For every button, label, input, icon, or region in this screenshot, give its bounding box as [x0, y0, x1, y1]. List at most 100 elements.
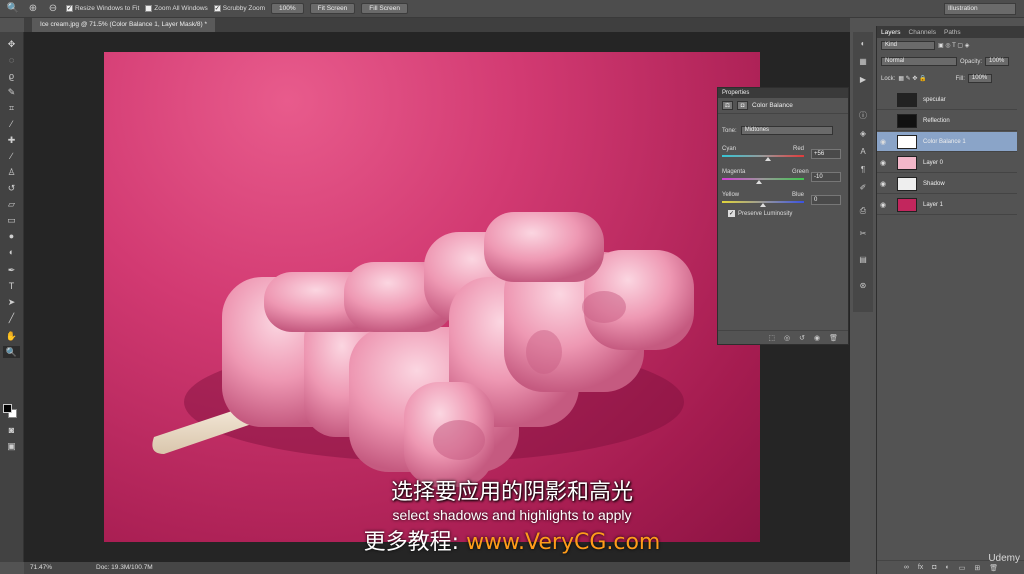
doc-size-readout: Doc: 19.3M/100.7M: [96, 564, 153, 571]
view-previous-icon[interactable]: ◎: [784, 334, 790, 342]
zoom-tool-icon[interactable]: 🔍: [6, 2, 20, 16]
color-slider[interactable]: Magenta Green -10: [722, 169, 850, 191]
delete-layer-icon[interactable]: 🗑: [989, 564, 998, 572]
color-slider[interactable]: Cyan Red +56: [722, 146, 850, 168]
tab-layers[interactable]: Layers: [881, 29, 901, 36]
gradient-tool-icon[interactable]: ▭: [3, 214, 20, 226]
visibility-icon[interactable]: ◉: [814, 334, 820, 342]
trash-icon[interactable]: 🗑: [829, 334, 838, 342]
eraser-tool-icon[interactable]: ▱: [3, 198, 20, 210]
slider-value-input[interactable]: 0: [811, 195, 841, 205]
blur-tool-icon[interactable]: ●: [3, 230, 20, 242]
clone-source-icon[interactable]: ⎙: [857, 206, 869, 216]
type-tool-icon[interactable]: T: [3, 280, 20, 292]
screen-mode-icon[interactable]: ▣: [3, 440, 20, 452]
tools-preset-icon[interactable]: ✂: [857, 228, 869, 238]
layer-row[interactable]: Reflection: [877, 111, 1017, 131]
add-mask-icon[interactable]: ◘: [932, 564, 936, 571]
eye-icon[interactable]: ◉: [877, 159, 889, 167]
zoom-tool-active-icon[interactable]: 🔍: [3, 346, 20, 358]
history-brush-icon[interactable]: ↺: [3, 182, 20, 194]
fill-label: Fill:: [955, 75, 965, 82]
clip-to-layer-icon[interactable]: ⬚: [768, 334, 775, 342]
layer-row[interactable]: ◉ Layer 0: [877, 153, 1017, 173]
lasso-tool-icon[interactable]: ϱ: [3, 70, 20, 82]
zoom-in-icon[interactable]: ⊕: [26, 2, 40, 16]
group-icon[interactable]: ▭: [959, 564, 966, 572]
hand-tool-icon[interactable]: ✋: [3, 330, 20, 342]
layer-row[interactable]: ◉ Shadow: [877, 174, 1017, 194]
crop-tool-icon[interactable]: ⌗: [3, 102, 20, 114]
healing-brush-icon[interactable]: ✚: [3, 134, 20, 146]
layers-stack-icon[interactable]: ◈: [857, 128, 869, 138]
new-layer-icon[interactable]: ⊞: [974, 564, 980, 572]
slider-track[interactable]: [722, 155, 804, 157]
blend-mode-select[interactable]: Normal: [881, 57, 957, 66]
pen-tool-icon[interactable]: ✒: [3, 264, 20, 276]
properties-panel: Properties ⚖ ◘ Color Balance Tone: Midto…: [717, 87, 849, 345]
tab-paths[interactable]: Paths: [944, 29, 961, 36]
slider-value-input[interactable]: -10: [811, 172, 841, 182]
filter-icons[interactable]: ▣ ◎ T ▢ ◈: [938, 42, 969, 49]
color-panel-icon[interactable]: ◐: [857, 38, 869, 48]
zoom-100-button[interactable]: 100%: [271, 3, 304, 14]
layer-name: specular: [923, 96, 946, 103]
zoom-all-windows-checkbox[interactable]: Zoom All Windows: [145, 5, 208, 12]
properties-header[interactable]: Properties: [718, 88, 848, 98]
tab-channels[interactable]: Channels: [909, 29, 936, 36]
3d-panel-icon[interactable]: ⊛: [857, 280, 869, 290]
document-tab[interactable]: Ice cream.jpg @ 71.5% (Color Balance 1, …: [32, 18, 216, 32]
slider-thumb[interactable]: [760, 203, 766, 207]
document-canvas[interactable]: [104, 52, 760, 542]
resize-windows-checkbox[interactable]: ✓ Resize Windows to Fit: [66, 5, 139, 12]
fit-screen-button[interactable]: Fit Screen: [309, 3, 356, 14]
opacity-input[interactable]: 100%: [985, 57, 1010, 66]
marquee-tool-icon[interactable]: ◌: [3, 54, 20, 66]
path-select-icon[interactable]: ➤: [3, 296, 20, 308]
layer-row[interactable]: ◉ Layer 1: [877, 195, 1017, 215]
eye-icon[interactable]: ◉: [877, 201, 889, 209]
character-icon[interactable]: A: [857, 146, 869, 156]
fill-input[interactable]: 100%: [967, 74, 992, 83]
eye-icon[interactable]: ◉: [877, 138, 889, 146]
layer-row[interactable]: ◉ Color Balance 1: [877, 132, 1017, 152]
layer-row[interactable]: specular: [877, 90, 1017, 110]
info-icon[interactable]: ⓘ: [857, 110, 869, 120]
preserve-luminosity-checkbox[interactable]: ✓ Preserve Luminosity: [728, 210, 792, 217]
stamp-tool-icon[interactable]: ♙: [3, 166, 20, 178]
dodge-tool-icon[interactable]: ◐: [3, 246, 20, 258]
slider-value-input[interactable]: +56: [811, 149, 841, 159]
zoom-out-icon[interactable]: ⊖: [46, 2, 60, 16]
brush-panel-icon[interactable]: ✐: [857, 182, 869, 192]
checkbox-checked-icon[interactable]: ✓: [728, 210, 735, 217]
layer-mask-icon[interactable]: ◘: [737, 101, 748, 110]
workspace-select[interactable]: Illustration: [944, 3, 1016, 15]
slider-thumb[interactable]: [755, 180, 762, 184]
fx-icon[interactable]: fx: [918, 564, 923, 571]
quick-mask-icon[interactable]: ◙: [3, 424, 20, 436]
eyedropper-tool-icon[interactable]: ⁄: [3, 118, 20, 130]
panel-dock: ◐ ▦ ▶ ⓘ ◈ A ¶ ✐ ⎙ ✂ ▤ ⊛: [853, 32, 873, 312]
quick-select-tool-icon[interactable]: ✎: [3, 86, 20, 98]
ice-cream-artwork: [152, 212, 694, 487]
link-layers-icon[interactable]: ∞: [904, 564, 909, 571]
tone-select[interactable]: Midtones: [740, 126, 833, 135]
lock-icons[interactable]: ▦ ✎ ✥ 🔒: [898, 75, 926, 82]
scrubby-zoom-checkbox[interactable]: ✓ Scrubby Zoom: [213, 5, 265, 12]
zoom-readout[interactable]: 71.47%: [30, 562, 52, 574]
adjustment-layer-icon[interactable]: ◐: [946, 564, 950, 571]
fill-screen-button[interactable]: Fill Screen: [361, 3, 409, 14]
brush-tool-icon[interactable]: ∕: [3, 150, 20, 162]
paragraph-icon[interactable]: ¶: [857, 164, 869, 174]
foreground-color-swatch[interactable]: [3, 404, 12, 413]
slider-thumb[interactable]: [764, 157, 771, 161]
play-icon[interactable]: ▶: [857, 74, 869, 84]
kind-filter-select[interactable]: Kind: [881, 41, 935, 50]
grid-panel-icon[interactable]: ▤: [857, 254, 869, 264]
shape-tool-icon[interactable]: ╱: [3, 312, 20, 324]
slider-track[interactable]: [722, 178, 804, 180]
move-tool-icon[interactable]: ✥: [3, 38, 20, 50]
swatches-panel-icon[interactable]: ▦: [857, 56, 869, 66]
reset-icon[interactable]: ↺: [799, 334, 805, 342]
eye-icon[interactable]: ◉: [877, 180, 889, 188]
